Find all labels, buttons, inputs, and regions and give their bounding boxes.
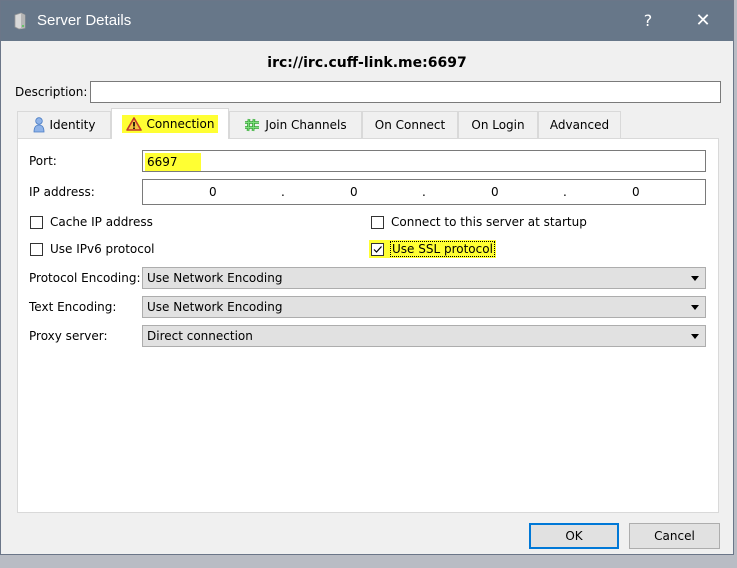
chevron-down-icon: [691, 305, 699, 310]
description-label: Description:: [15, 85, 88, 99]
proxy-server-label: Proxy server:: [29, 329, 108, 343]
connect-startup-checkbox[interactable]: Connect to this server at startup: [371, 215, 587, 229]
window-title: Server Details: [37, 12, 132, 29]
description-input[interactable]: [90, 81, 721, 103]
close-button[interactable]: ✕: [691, 10, 715, 32]
tab-connection[interactable]: Connection: [111, 108, 229, 139]
port-input[interactable]: 6697: [142, 150, 706, 172]
protocol-encoding-select[interactable]: Use Network Encoding: [142, 267, 706, 289]
cancel-button[interactable]: Cancel: [629, 523, 720, 549]
tab-advanced[interactable]: Advanced: [538, 111, 621, 138]
ip-octet-1: 0: [209, 185, 217, 199]
ip-address-input[interactable]: 0 . 0 . 0 . 0: [142, 179, 706, 205]
checkmark-icon: [373, 245, 382, 253]
cache-ip-checkbox[interactable]: Cache IP address: [30, 215, 153, 229]
text-encoding-label: Text Encoding:: [29, 300, 117, 314]
title-bar[interactable]: Server Details ? ✕: [1, 1, 733, 41]
use-ssl-label: Use SSL protocol: [390, 241, 495, 257]
tab-join-channels[interactable]: Join Channels: [229, 111, 362, 138]
text-encoding-value: Use Network Encoding: [147, 300, 283, 314]
port-value: 6697: [145, 153, 201, 171]
user-icon: [33, 117, 44, 133]
connect-startup-label: Connect to this server at startup: [391, 215, 587, 229]
proxy-server-value: Direct connection: [147, 329, 253, 343]
proxy-server-select[interactable]: Direct connection: [142, 325, 706, 347]
ip-separator: .: [563, 185, 567, 199]
checkbox-box[interactable]: [30, 215, 43, 229]
checkbox-box[interactable]: [371, 242, 384, 256]
server-icon: [14, 12, 26, 30]
text-encoding-select[interactable]: Use Network Encoding: [142, 296, 706, 318]
port-label: Port:: [29, 154, 57, 168]
cache-ip-label: Cache IP address: [50, 215, 153, 229]
tab-on-connect[interactable]: On Connect: [362, 111, 458, 138]
tab-on-login[interactable]: On Login: [458, 111, 538, 138]
help-button[interactable]: ?: [637, 10, 659, 32]
tab-on-login-label: On Login: [471, 118, 525, 132]
ip-octet-4: 0: [632, 185, 640, 199]
tab-connection-highlight: Connection: [121, 115, 219, 133]
tab-identity-label: Identity: [49, 118, 96, 132]
ok-button[interactable]: OK: [529, 523, 619, 549]
connection-panel: Port: 6697 IP address: 0 . 0 . 0 . 0 Cac…: [17, 138, 719, 513]
tab-connection-label: Connection: [146, 117, 215, 131]
tab-identity[interactable]: Identity: [17, 111, 111, 138]
tab-join-channels-label: Join Channels: [265, 118, 347, 132]
chevron-down-icon: [691, 334, 699, 339]
use-ssl-checkbox[interactable]: Use SSL protocol: [369, 240, 496, 258]
hash-icon: [245, 118, 260, 132]
server-url-heading: irc://irc.cuff-link.me:6697: [267, 55, 467, 71]
protocol-encoding-label: Protocol Encoding:: [29, 271, 141, 285]
use-ipv6-checkbox[interactable]: Use IPv6 protocol: [30, 242, 155, 256]
server-details-dialog: Server Details ? ✕ irc://irc.cuff-link.m…: [0, 0, 734, 555]
ip-separator: .: [422, 185, 426, 199]
protocol-encoding-value: Use Network Encoding: [147, 271, 283, 285]
warning-icon: [125, 117, 142, 131]
tab-on-connect-label: On Connect: [374, 118, 446, 132]
checkbox-box[interactable]: [371, 215, 384, 229]
ip-separator: .: [281, 185, 285, 199]
ip-address-label: IP address:: [29, 185, 95, 199]
tab-advanced-label: Advanced: [549, 118, 610, 132]
ip-octet-3: 0: [491, 185, 499, 199]
checkbox-box[interactable]: [30, 242, 43, 256]
use-ipv6-label: Use IPv6 protocol: [50, 242, 155, 256]
ip-octet-2: 0: [350, 185, 358, 199]
chevron-down-icon: [691, 276, 699, 281]
